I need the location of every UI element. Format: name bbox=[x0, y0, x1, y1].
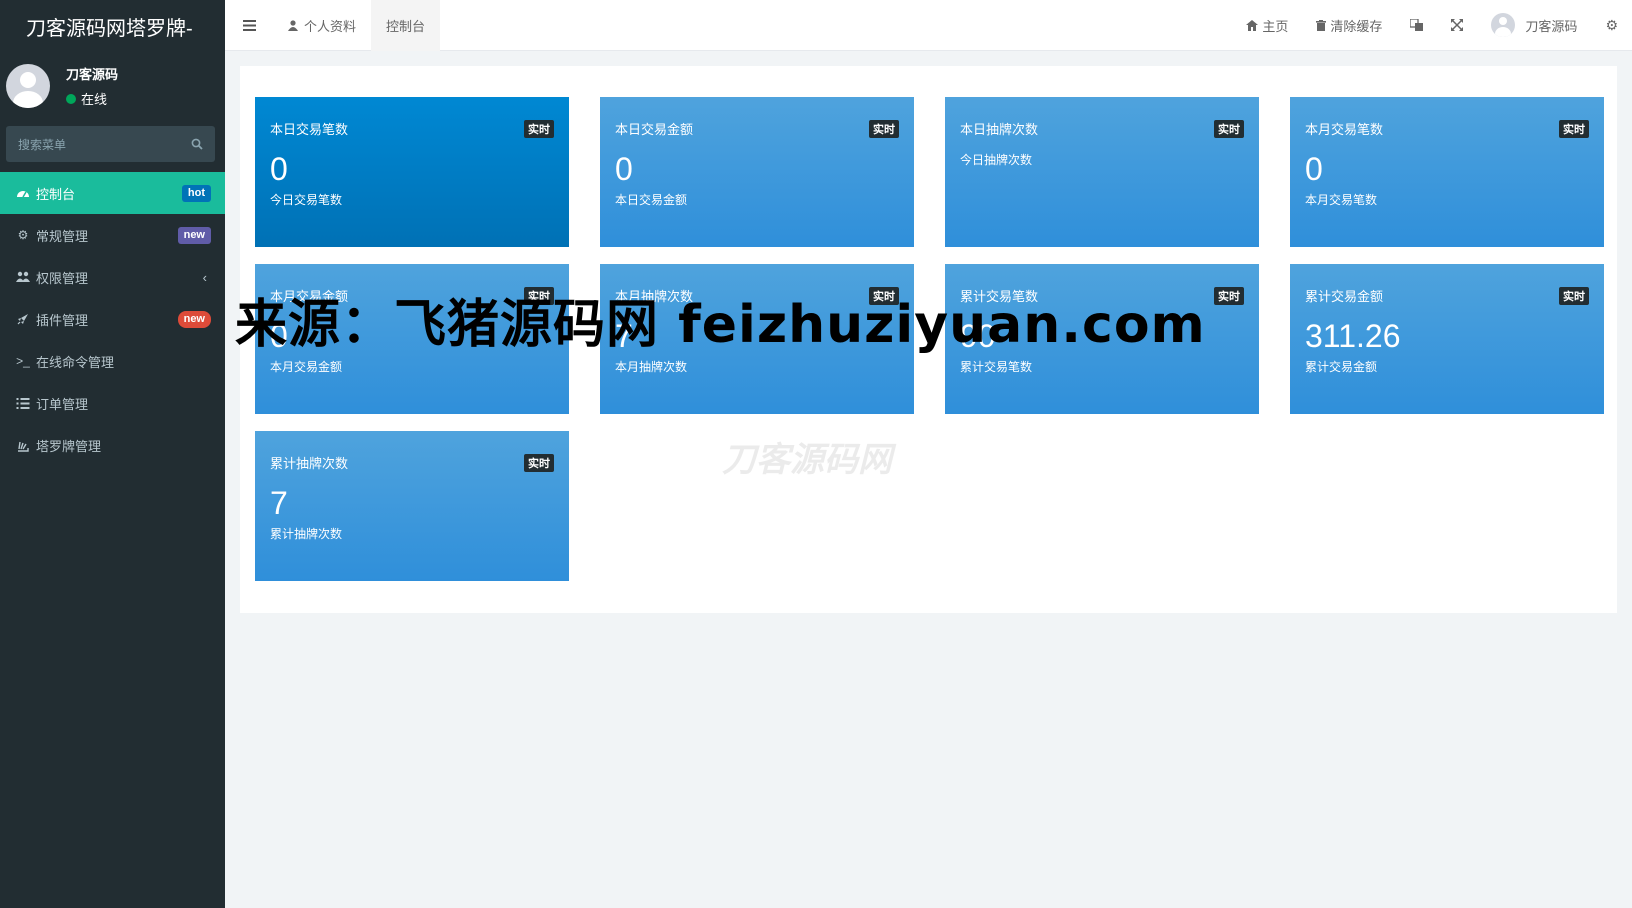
rocket-icon bbox=[17, 314, 28, 325]
stat-card: 累计抽牌次数 实时 7 累计抽牌次数 bbox=[255, 431, 569, 581]
realtime-badge: 实时 bbox=[1214, 120, 1244, 138]
sidebar: 刀客源码网塔罗牌- 刀客源码 在线 搜索菜单 控制台 hot ⚙ 常规管理 ne… bbox=[0, 0, 225, 908]
translate-icon bbox=[1410, 19, 1424, 31]
card-subtitle: 本月交易金额 bbox=[270, 360, 343, 374]
user-status-label: 在线 bbox=[81, 92, 108, 107]
stat-card: 本日抽牌次数 实时 今日抽牌次数 bbox=[945, 97, 1259, 247]
new-badge: new bbox=[177, 310, 211, 328]
sidebar-item-label: 控制台 bbox=[36, 186, 76, 202]
list-icon bbox=[16, 397, 30, 409]
online-status-dot-icon bbox=[66, 93, 76, 104]
realtime-badge: 实时 bbox=[524, 454, 554, 472]
stack-icon bbox=[18, 441, 29, 452]
card-subtitle: 累计交易金额 bbox=[1305, 360, 1378, 374]
user-name: 刀客源码 bbox=[66, 67, 119, 82]
settings-button[interactable]: ⚙ bbox=[1591, 0, 1632, 51]
top-navbar: 个人资料 控制台 主页 清除缓存 刀客源码 ⚙ bbox=[225, 0, 1632, 51]
sidebar-item-permissions[interactable]: 权限管理 ‹ bbox=[0, 256, 225, 298]
sidebar-menu: 控制台 hot ⚙ 常规管理 new 权限管理 ‹ 插件管理 new >_ 在线… bbox=[0, 172, 225, 466]
card-title: 本日交易金额 bbox=[615, 122, 694, 137]
card-value: 0 bbox=[270, 151, 288, 187]
clear-cache-button[interactable]: 清除缓存 bbox=[1302, 0, 1396, 51]
sidebar-toggle-button[interactable] bbox=[225, 0, 273, 51]
tab-profile[interactable]: 个人资料 bbox=[273, 0, 371, 51]
user-menu[interactable]: 刀客源码 bbox=[1477, 0, 1591, 51]
sidebar-item-orders[interactable]: 订单管理 bbox=[0, 382, 225, 424]
user-panel: 刀客源码 在线 bbox=[0, 52, 225, 120]
faint-watermark: 刀客源码网 bbox=[722, 441, 892, 479]
dashboard-icon bbox=[17, 191, 29, 198]
card-value: 0 bbox=[1305, 151, 1323, 187]
sidebar-item-general[interactable]: ⚙ 常规管理 new bbox=[0, 214, 225, 256]
users-icon bbox=[16, 271, 30, 282]
cogs-icon: ⚙ bbox=[1605, 16, 1618, 33]
search-icon[interactable] bbox=[191, 138, 203, 150]
realtime-badge: 实时 bbox=[1214, 287, 1244, 305]
sidebar-item-label: 权限管理 bbox=[36, 270, 89, 286]
cogs-icon: ⚙ bbox=[17, 228, 29, 242]
card-value: 7 bbox=[270, 485, 288, 521]
realtime-badge: 实时 bbox=[1559, 120, 1589, 138]
menu-search-placeholder: 搜索菜单 bbox=[18, 137, 67, 152]
realtime-badge: 实时 bbox=[524, 120, 554, 138]
tab-label: 控制台 bbox=[386, 18, 426, 34]
translate-button[interactable] bbox=[1396, 0, 1437, 51]
card-value: 0 bbox=[615, 151, 633, 187]
source-watermark: 来源：飞猪源码网 feizhuziyuan.com bbox=[235, 295, 1206, 355]
fullscreen-button[interactable] bbox=[1437, 0, 1477, 51]
card-subtitle: 本日交易金额 bbox=[615, 193, 688, 207]
hot-badge: hot bbox=[181, 184, 211, 202]
card-value: 311.26 bbox=[1305, 318, 1401, 354]
sidebar-item-label: 插件管理 bbox=[36, 312, 89, 328]
card-title: 累计抽牌次数 bbox=[270, 456, 349, 471]
sidebar-item-label: 在线命令管理 bbox=[36, 354, 115, 370]
user-status: 在线 bbox=[66, 89, 118, 108]
sidebar-item-label: 常规管理 bbox=[36, 228, 89, 244]
avatar bbox=[1491, 13, 1516, 37]
home-label: 主页 bbox=[1262, 18, 1289, 34]
avatar bbox=[6, 64, 50, 108]
hamburger-icon bbox=[242, 19, 256, 31]
user-menu-name: 刀客源码 bbox=[1525, 18, 1578, 34]
user-icon bbox=[288, 19, 298, 31]
card-title: 本日交易笔数 bbox=[270, 122, 349, 137]
app-logo[interactable]: 刀客源码网塔罗牌- bbox=[0, 0, 225, 52]
tab-label: 个人资料 bbox=[304, 18, 357, 34]
stat-card: 本日交易金额 实时 0 本日交易金额 bbox=[600, 97, 914, 247]
menu-search-input[interactable]: 搜索菜单 bbox=[6, 126, 215, 162]
realtime-badge: 实时 bbox=[869, 120, 899, 138]
new-badge: new bbox=[177, 226, 211, 244]
sidebar-item-label: 塔罗牌管理 bbox=[36, 438, 102, 454]
tab-dashboard[interactable]: 控制台 bbox=[371, 0, 441, 51]
card-subtitle: 累计抽牌次数 bbox=[270, 527, 343, 541]
clear-cache-label: 清除缓存 bbox=[1330, 18, 1383, 34]
home-link[interactable]: 主页 bbox=[1232, 0, 1302, 51]
realtime-badge: 实时 bbox=[1559, 287, 1589, 305]
sidebar-item-dashboard[interactable]: 控制台 hot bbox=[0, 172, 225, 214]
sidebar-item-label: 订单管理 bbox=[36, 396, 89, 412]
sidebar-item-command[interactable]: >_ 在线命令管理 bbox=[0, 340, 225, 382]
stat-card: 本日交易笔数 实时 0 今日交易笔数 bbox=[255, 97, 569, 247]
stat-card: 累计交易金额 实时 311.26 累计交易金额 bbox=[1290, 264, 1604, 414]
stat-card: 本月交易笔数 实时 0 本月交易笔数 bbox=[1290, 97, 1604, 247]
card-subtitle: 今日交易笔数 bbox=[270, 193, 343, 207]
card-title: 本月交易笔数 bbox=[1305, 122, 1384, 137]
card-title: 本日抽牌次数 bbox=[960, 122, 1039, 137]
home-icon bbox=[1246, 19, 1259, 31]
card-subtitle: 本月抽牌次数 bbox=[615, 360, 688, 374]
chevron-left-icon: ‹ bbox=[202, 269, 207, 285]
card-subtitle: 累计交易笔数 bbox=[960, 360, 1033, 374]
card-title: 累计交易金额 bbox=[1305, 289, 1384, 304]
terminal-icon: >_ bbox=[16, 354, 30, 368]
trash-icon bbox=[1316, 19, 1327, 31]
sidebar-item-plugins[interactable]: 插件管理 new bbox=[0, 298, 225, 340]
sidebar-item-tarot[interactable]: 塔罗牌管理 bbox=[0, 424, 225, 466]
card-subtitle: 本月交易笔数 bbox=[1305, 193, 1378, 207]
card-subtitle: 今日抽牌次数 bbox=[960, 153, 1033, 167]
expand-icon bbox=[1451, 19, 1464, 31]
